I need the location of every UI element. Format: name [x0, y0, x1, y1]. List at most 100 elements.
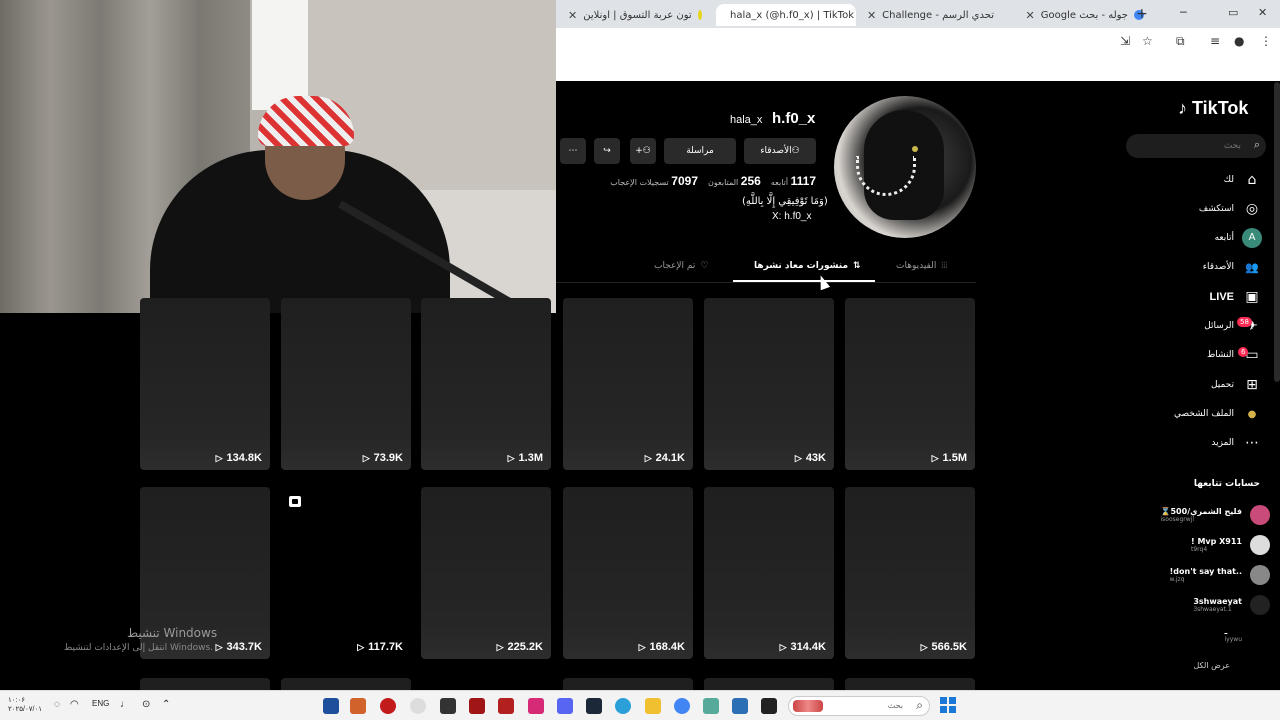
profile-avatar[interactable]: [834, 96, 976, 238]
video-card[interactable]: ▷ 73.9K: [281, 298, 411, 470]
close-icon[interactable]: ✕: [867, 9, 876, 22]
edge-icon[interactable]: [615, 698, 631, 714]
new-tab-button[interactable]: +: [1136, 6, 1148, 22]
video-card[interactable]: ▷ 225.2K: [421, 487, 551, 659]
friends-button[interactable]: ⚇ الأصدقاء: [744, 138, 816, 164]
view-count-text: 314.4K: [790, 641, 826, 653]
url-field[interactable]: [562, 32, 1112, 52]
add-friend-icon[interactable]: ⚇+: [630, 138, 656, 164]
shield-app-icon[interactable]: [323, 698, 339, 714]
reading-list-icon[interactable]: ≡: [1210, 34, 1220, 48]
store-icon[interactable]: [732, 698, 748, 714]
more-options-icon[interactable]: ⋯: [560, 138, 586, 164]
nav-live[interactable]: ▣ LIVE: [1210, 287, 1262, 307]
video-card[interactable]: ▷ 1.3M: [421, 298, 551, 470]
notifications-icon[interactable]: ◌: [54, 699, 60, 710]
tab-reposts[interactable]: ⇅ منشورات معاد نشرها: [754, 258, 861, 274]
windows-start-icon[interactable]: [940, 697, 956, 713]
nav-profile[interactable]: ● الملف الشخصي: [1174, 404, 1262, 424]
app-icon[interactable]: [440, 698, 456, 714]
following-count[interactable]: 1117 أتابعه: [771, 174, 816, 188]
app-icon[interactable]: [469, 698, 485, 714]
following-account[interactable]: فليح الشمري/500⌛ isoosegrwjl: [1161, 503, 1270, 527]
view-count: ▷ 117.7K: [357, 641, 403, 653]
browser-menu-icon[interactable]: ⋮: [1260, 34, 1272, 48]
video-card[interactable]: ▷ 24.1K: [563, 298, 693, 470]
following-account[interactable]: ..don't say that! w.jzq: [1170, 563, 1270, 587]
tray-app-icon[interactable]: ⊙: [142, 699, 150, 710]
video-card[interactable]: ▷ 314.4K: [704, 487, 834, 659]
close-icon[interactable]: ✕: [1026, 9, 1035, 22]
view-count-text: 134.8K: [226, 452, 262, 464]
view-count: ▷ 24.1K: [645, 452, 685, 464]
app-icon[interactable]: [703, 698, 719, 714]
nav-for-you[interactable]: ⌂ لك: [1224, 170, 1262, 190]
following-account[interactable]: ـ iyywu: [1225, 623, 1270, 647]
microphone-icon[interactable]: ♩: [120, 699, 130, 710]
video-card[interactable]: ▷ 43K: [704, 298, 834, 470]
following-account[interactable]: 3shwaeyat 3shwaeyat.1: [1193, 593, 1270, 617]
page-scrollbar[interactable]: [1274, 82, 1280, 382]
taskbar-search[interactable]: بحث ⌕: [788, 696, 930, 716]
minimize-icon[interactable]: ─: [1180, 6, 1187, 19]
video-card[interactable]: ▷ 1.5M: [845, 298, 975, 470]
tray-expand-icon[interactable]: ⌃: [162, 699, 170, 710]
nav-explore[interactable]: ◎ استكشف: [1199, 199, 1262, 219]
search-icon[interactable]: ⌕: [1254, 138, 1260, 152]
nav-label: الأصدقاء: [1202, 262, 1234, 272]
clock-time[interactable]: ۱۰:۰۶: [8, 696, 25, 704]
browser-tab-tiktok[interactable]: hala_x (@h.f0_x) | TikTok ✕: [716, 4, 856, 26]
search-input[interactable]: [1136, 138, 1241, 154]
extensions-icon[interactable]: ⧉: [1176, 34, 1185, 49]
video-card-partial[interactable]: [140, 678, 270, 690]
video-card[interactable]: ▷ 168.4K: [563, 487, 693, 659]
clock-date[interactable]: ۲۰۲۵/۰۷/۰۱: [8, 705, 42, 713]
steam-icon[interactable]: [586, 698, 602, 714]
tab-liked[interactable]: ♡ تم الإعجاب: [654, 258, 708, 274]
language-indicator[interactable]: ENG: [92, 699, 109, 708]
search-box[interactable]: ⌕: [1126, 134, 1266, 158]
play-icon: ▷: [644, 452, 652, 463]
close-icon[interactable]: ✕: [568, 9, 577, 22]
nav-messages[interactable]: ✈ الرسائل: [1204, 316, 1262, 336]
maximize-icon[interactable]: ▭: [1228, 6, 1238, 19]
chrome-icon[interactable]: [674, 698, 690, 714]
instagram-icon[interactable]: [528, 698, 544, 714]
video-card-partial[interactable]: [563, 678, 693, 690]
view-count: ▷ 566.5K: [921, 641, 967, 653]
video-card-partial[interactable]: [704, 678, 834, 690]
browser-tab-challenge[interactable]: تحدي الرسم - Challenge ✕: [862, 4, 1002, 26]
see-all-link[interactable]: عرض الكل: [1193, 661, 1230, 670]
app-icon[interactable]: [380, 698, 396, 714]
video-card[interactable]: ▷ 134.8K: [140, 298, 270, 470]
share-icon[interactable]: ↪: [594, 138, 620, 164]
video-card[interactable]: ▷ 566.5K: [845, 487, 975, 659]
nav-friends[interactable]: 👥 الأصدقاء: [1203, 257, 1262, 277]
photo-post-icon: [289, 496, 301, 507]
message-button[interactable]: مراسلة: [664, 138, 736, 164]
video-card[interactable]: ▷ 117.7K: [281, 487, 411, 659]
settings-icon[interactable]: [410, 698, 426, 714]
nav-following[interactable]: A أتابعه: [1215, 228, 1262, 248]
app-icon[interactable]: [350, 698, 366, 714]
file-explorer-icon[interactable]: [645, 698, 661, 714]
tiktok-logo[interactable]: ♪ TikTok: [1178, 98, 1248, 119]
discord-icon[interactable]: [557, 698, 573, 714]
terminal-icon[interactable]: [761, 698, 777, 714]
acrobat-icon[interactable]: [498, 698, 514, 714]
browser-tab-google[interactable]: جوله - بحث Google ✕: [1004, 4, 1152, 26]
tab-videos[interactable]: ⦙⦙⦙ الفيديوهات: [896, 258, 947, 274]
video-card-partial[interactable]: [845, 678, 975, 690]
profile-avatar-icon[interactable]: ●: [1234, 34, 1244, 48]
following-account[interactable]: Mvp X911 ! t9rq4: [1191, 533, 1270, 557]
nav-activity[interactable]: ▭ النشاط: [1207, 345, 1262, 365]
window-close-icon[interactable]: ✕: [1258, 6, 1267, 19]
install-app-icon[interactable]: ⇲: [1120, 34, 1130, 48]
followers-count[interactable]: 256 المتابعون: [708, 174, 761, 188]
video-card-partial[interactable]: [281, 678, 411, 690]
wifi-icon[interactable]: ◠: [70, 699, 79, 710]
nav-upload[interactable]: ⊞ تحميل: [1211, 375, 1262, 395]
bookmark-star-icon[interactable]: ☆: [1142, 34, 1153, 48]
nav-more[interactable]: ⋯ المزيد: [1211, 433, 1262, 453]
browser-tab-shop[interactable]: تون عربة التسوق | اونلاين ✕: [560, 4, 710, 26]
